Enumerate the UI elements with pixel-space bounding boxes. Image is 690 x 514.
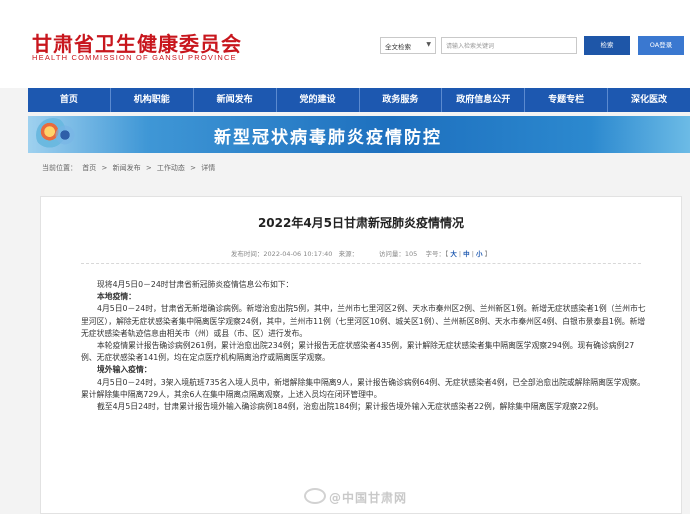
visits-count: 105 xyxy=(404,250,418,258)
search-scope-select[interactable]: 全文检索 ▼ xyxy=(380,37,436,54)
breadcrumb-item-work[interactable]: 工作动态 xyxy=(157,164,185,172)
imported-heading: 境外输入疫情： xyxy=(97,365,152,375)
visits-label: 访问量： xyxy=(378,250,405,258)
breadcrumb-item-home[interactable]: 首页 xyxy=(82,164,96,172)
search-button[interactable]: 检索 xyxy=(584,36,630,55)
publish-time: 2022-04-06 10:17:40 xyxy=(263,250,333,258)
breadcrumb-label: 当前位置： xyxy=(42,164,77,172)
search-scope-value: 全文检索 xyxy=(385,43,411,51)
article-panel: 2022年4月5日甘肃新冠肺炎疫情情况 发布时间：2022-04-06 10:1… xyxy=(40,196,682,514)
nav-item-party[interactable]: 党的建设 xyxy=(277,88,360,112)
article-meta: 发布时间：2022-04-06 10:17:40 来源： 访问量：105 字号：… xyxy=(230,250,492,258)
article-body: 现将4月5日0－24时甘肃省新冠肺炎疫情信息公布如下： 本地疫情： 4月5日0－… xyxy=(81,279,647,413)
breadcrumb-item-news[interactable]: 新闻发布 xyxy=(113,164,141,172)
site-header: 甘肃省卫生健康委员会 HEALTH COMMISSION OF GANSU PR… xyxy=(0,0,690,88)
nav-item-home[interactable]: 首页 xyxy=(28,88,111,112)
imported-paragraph-1: 4月5日0－24时，3架入境航班735名入境人员中，新增解除集中隔离9人，累计报… xyxy=(81,377,645,399)
breadcrumb-separator: > xyxy=(101,164,108,172)
nav-item-topics[interactable]: 专题专栏 xyxy=(525,88,609,112)
local-paragraph-1: 4月5日0－24时，甘肃省无新增确诊病例。新增治愈出院5例，其中，兰州市七里河区… xyxy=(81,304,646,338)
article-title: 2022年4月5日甘肃新冠肺炎疫情情况 xyxy=(257,216,465,230)
font-size-medium-button[interactable]: 中 xyxy=(463,250,470,258)
nav-item-news[interactable]: 新闻发布 xyxy=(194,88,277,112)
breadcrumb-separator: > xyxy=(190,164,197,172)
weibo-icon xyxy=(304,488,326,504)
breadcrumb-separator: > xyxy=(145,164,152,172)
font-size-large-button[interactable]: 大 xyxy=(450,250,457,258)
main-nav: 首页 机构职能 新闻发布 党的建设 政务服务 政府信息公开 专题专栏 深化医改 xyxy=(28,88,690,112)
nav-item-reform[interactable]: 深化医改 xyxy=(608,88,690,112)
local-heading: 本地疫情： xyxy=(97,292,136,302)
font-size-label: 字号： xyxy=(425,250,446,258)
nav-item-functions[interactable]: 机构职能 xyxy=(111,88,194,112)
nav-item-info-disclosure[interactable]: 政府信息公开 xyxy=(442,88,526,112)
imported-paragraph-2: 截至4月5日24时，甘肃累计报告境外输入确诊病例184例，治愈出院184例；累计… xyxy=(97,402,604,412)
nav-item-services[interactable]: 政务服务 xyxy=(360,88,443,112)
search-input[interactable]: 请输入检索关键词 xyxy=(441,37,577,54)
article-intro: 现将4月5日0－24时甘肃省新冠肺炎疫情信息公布如下： xyxy=(97,280,294,289)
banner-title: 新型冠状病毒肺炎疫情防控 xyxy=(214,128,442,148)
oa-login-button[interactable]: OA登录 xyxy=(638,36,684,55)
meta-divider xyxy=(81,263,641,264)
virus-small-icon xyxy=(54,124,76,146)
publish-label: 发布时间： xyxy=(230,250,264,258)
breadcrumb: 当前位置： 首页 > 新闻发布 > 工作动态 > 详情 xyxy=(42,163,218,173)
breadcrumb-item-detail: 详情 xyxy=(201,164,216,172)
chevron-down-icon: ▼ xyxy=(426,41,431,48)
local-paragraph-2: 本轮疫情累计报告确诊病例261例，累计治愈出院234例；累计报告无症状感染者43… xyxy=(81,341,635,363)
watermark: @中国甘肃网 xyxy=(304,488,407,506)
source-label: 来源： xyxy=(338,250,359,258)
font-size-small-button[interactable]: 小 xyxy=(476,250,483,258)
watermark-text: @中国甘肃网 xyxy=(329,491,408,505)
site-logo-subtitle: HEALTH COMMISSION OF GANSU PROVINCE xyxy=(32,53,237,62)
covid-banner[interactable]: 新型冠状病毒肺炎疫情防控 xyxy=(28,116,690,153)
